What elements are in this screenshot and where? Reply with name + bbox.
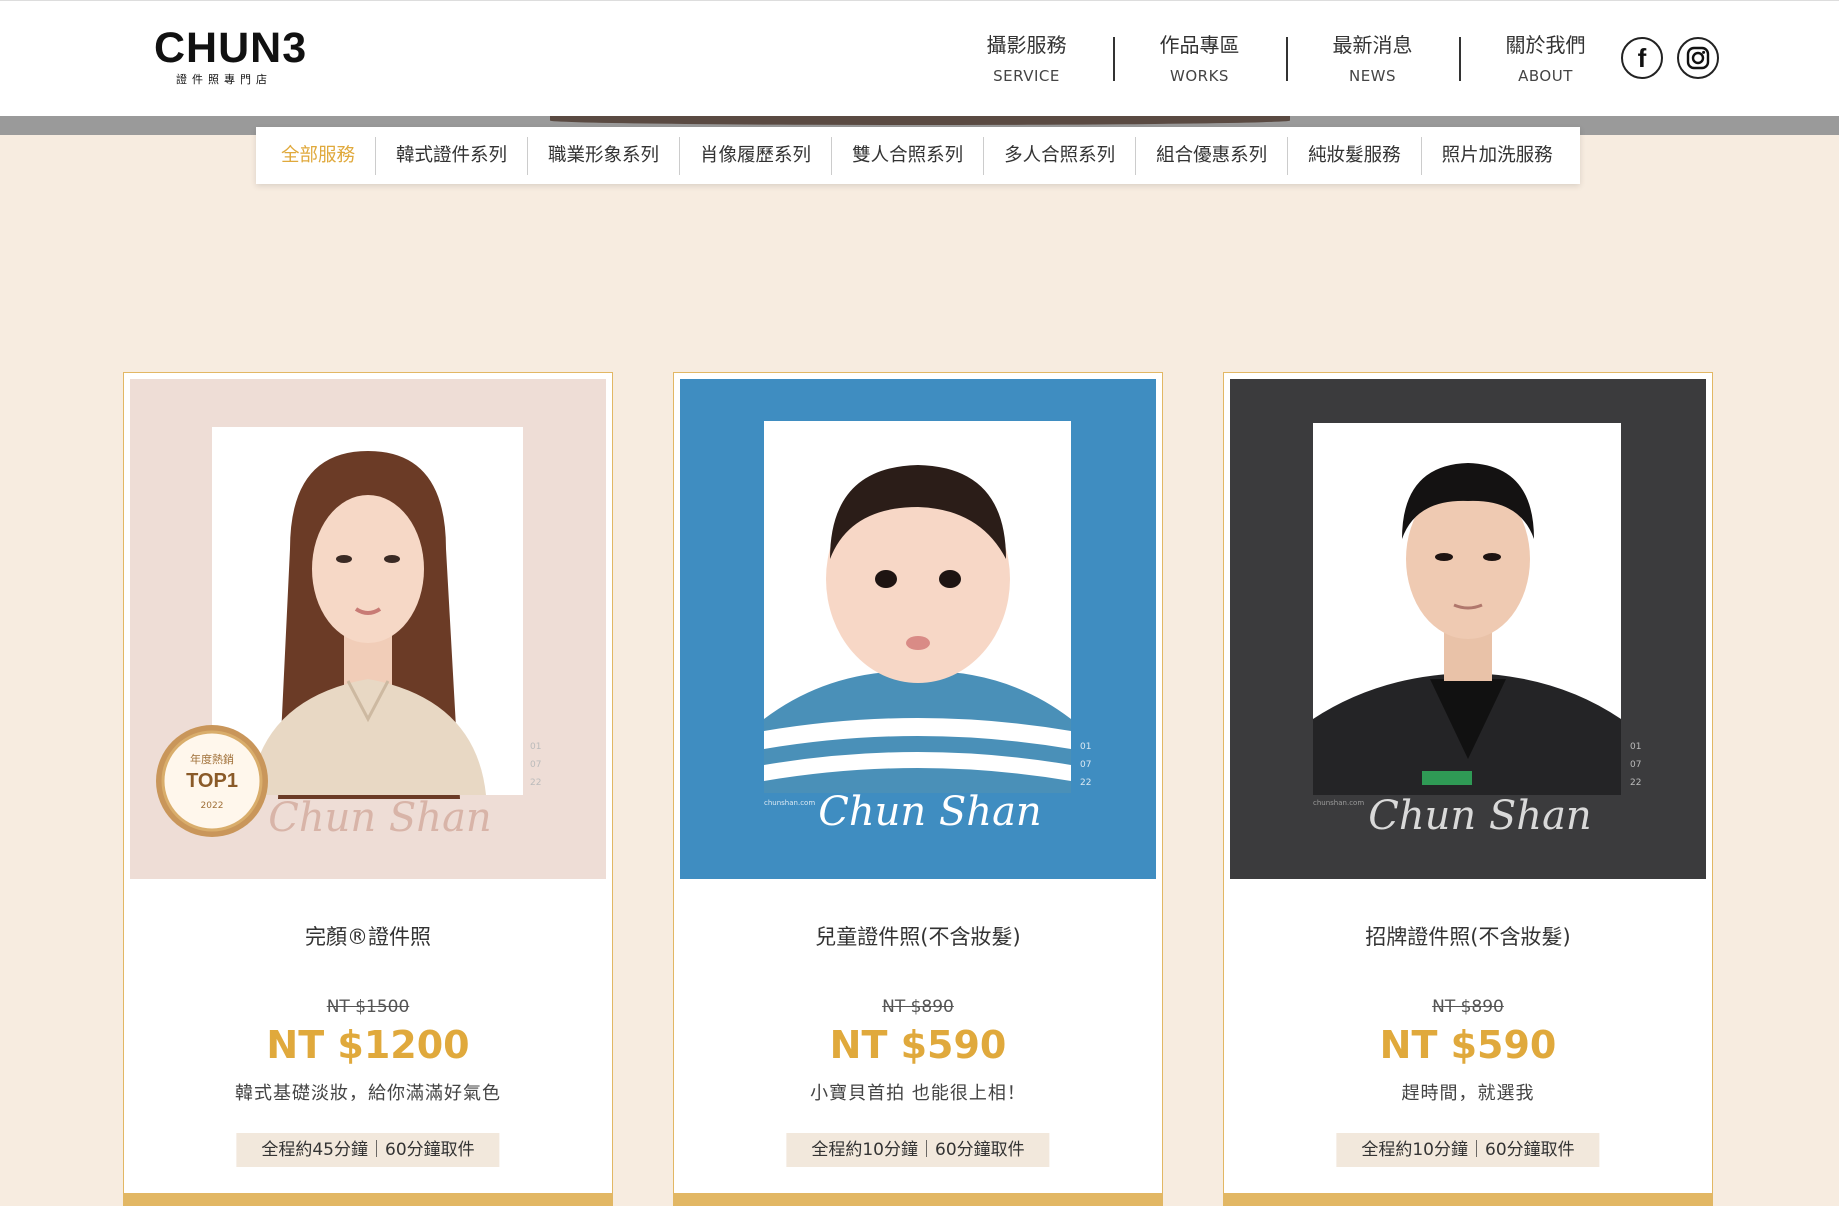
nav-label-en: NEWS xyxy=(1348,67,1397,85)
nav-label-zh: 關於我們 xyxy=(1505,33,1586,57)
date-mark: 22 xyxy=(530,778,541,788)
sale-price: NT $1200 xyxy=(266,1023,470,1067)
date-mark: 07 xyxy=(530,760,541,770)
service-tagline: 韓式基礎淡妝，給你滿滿好氣色 xyxy=(235,1083,501,1104)
filter-all-services[interactable]: 全部服務 xyxy=(261,137,375,175)
nav-item-service[interactable]: 攝影服務 SERVICE xyxy=(940,31,1113,91)
service-card-signature[interactable]: Chun Shan chunshan.com 01 07 22 招牌證件照(不含… xyxy=(1223,372,1713,1206)
filter-group[interactable]: 多人合照系列 xyxy=(983,136,1135,175)
main-nav: 攝影服務 SERVICE 作品專區 WORKS 最新消息 NEWS 關於我們 A… xyxy=(940,31,1632,91)
service-category-filter: 全部服務 韓式證件系列 職業形象系列 肖像履歷系列 雙人合照系列 多人合照系列 … xyxy=(256,127,1580,184)
duration-badge: 全程約45分鐘｜60分鐘取件 xyxy=(236,1133,500,1167)
brand-logo[interactable]: CHUN3 證件照專門店 xyxy=(154,24,308,87)
filter-combo-deals[interactable]: 組合優惠系列 xyxy=(1135,136,1287,175)
photo-signature: Chun Shan xyxy=(818,789,1041,835)
duration-badge: 全程約10分鐘｜60分鐘取件 xyxy=(1336,1133,1600,1167)
nav-label-en: WORKS xyxy=(1170,67,1229,85)
duration-badge: 全程約10分鐘｜60分鐘取件 xyxy=(786,1133,1050,1167)
service-photo[interactable]: Chun Shan 01 07 22 年度熱銷 TOP1 2022 xyxy=(130,379,606,879)
service-card-full-face[interactable]: Chun Shan 01 07 22 年度熱銷 TOP1 2022 完顏®證件照… xyxy=(123,372,613,1206)
date-mark: 01 xyxy=(1630,742,1641,752)
photo-site-mark: chunshan.com xyxy=(1313,799,1364,807)
nav-label-zh: 作品專區 xyxy=(1159,33,1240,57)
top1-award-badge: 年度熱銷 TOP1 2022 xyxy=(156,725,268,837)
nav-label-zh: 最新消息 xyxy=(1332,33,1413,57)
date-mark: 22 xyxy=(1080,778,1091,788)
nav-label-en: SERVICE xyxy=(993,67,1060,85)
service-title: 兒童證件照(不含妝髮) xyxy=(815,925,1021,949)
sale-price: NT $590 xyxy=(1379,1023,1557,1067)
instagram-icon[interactable] xyxy=(1677,37,1719,79)
brand-name: CHUN3 xyxy=(154,24,308,72)
card-footer-bar xyxy=(673,1193,1163,1205)
card-footer-bar xyxy=(123,1193,613,1205)
service-tagline: 趕時間，就選我 xyxy=(1401,1083,1535,1104)
filter-photo-reprint[interactable]: 照片加洗服務 xyxy=(1420,136,1573,175)
photo-site-mark: chunshan.com xyxy=(764,799,815,807)
date-mark: 07 xyxy=(1630,760,1641,770)
filter-professional[interactable]: 職業形象系列 xyxy=(527,136,679,175)
brand-subtitle: 證件照專門店 xyxy=(176,73,272,86)
nav-item-works[interactable]: 作品專區 WORKS xyxy=(1113,31,1286,91)
date-mark: 01 xyxy=(530,742,541,752)
sale-price: NT $590 xyxy=(829,1023,1007,1067)
service-photo[interactable]: Chun Shan chunshan.com 01 07 22 xyxy=(680,379,1156,879)
nav-label-en: ABOUT xyxy=(1518,67,1573,85)
service-title: 完顏®證件照 xyxy=(305,925,431,949)
facebook-icon[interactable]: f xyxy=(1621,37,1663,79)
banner-image-fragment xyxy=(550,116,1290,125)
service-tagline: 小寶貝首拍 也能很上相！ xyxy=(810,1083,1026,1104)
badge-year: 2022 xyxy=(201,801,224,811)
original-price: NT $890 xyxy=(1432,997,1504,1017)
service-photo[interactable]: Chun Shan chunshan.com 01 07 22 xyxy=(1230,379,1706,879)
filter-portrait-resume[interactable]: 肖像履歷系列 xyxy=(679,136,831,175)
filter-makeup-hair[interactable]: 純妝髮服務 xyxy=(1287,136,1421,175)
photo-signature: Chun Shan xyxy=(1368,793,1591,839)
badge-main-label: TOP1 xyxy=(186,770,238,792)
date-mark: 07 xyxy=(1080,760,1091,770)
original-price: NT $1500 xyxy=(326,997,410,1017)
service-title: 招牌證件照(不含妝髮) xyxy=(1365,925,1571,949)
nav-label-zh: 攝影服務 xyxy=(986,33,1067,57)
service-card-kids[interactable]: Chun Shan chunshan.com 01 07 22 兒童證件照(不含… xyxy=(673,372,1163,1206)
filter-korean-id[interactable]: 韓式證件系列 xyxy=(375,136,527,175)
nav-item-about[interactable]: 關於我們 ABOUT xyxy=(1459,31,1632,91)
original-price: NT $890 xyxy=(882,997,954,1017)
badge-top-label: 年度熱銷 xyxy=(190,752,234,766)
photo-signature: Chun Shan xyxy=(268,795,491,841)
card-footer-bar xyxy=(1223,1193,1713,1205)
nav-item-news[interactable]: 最新消息 NEWS xyxy=(1286,31,1459,91)
site-header: CHUN3 證件照專門店 攝影服務 SERVICE 作品專區 WORKS 最新消… xyxy=(0,0,1839,117)
date-mark: 22 xyxy=(1630,778,1641,788)
filter-couple[interactable]: 雙人合照系列 xyxy=(831,136,983,175)
date-mark: 01 xyxy=(1080,742,1091,752)
